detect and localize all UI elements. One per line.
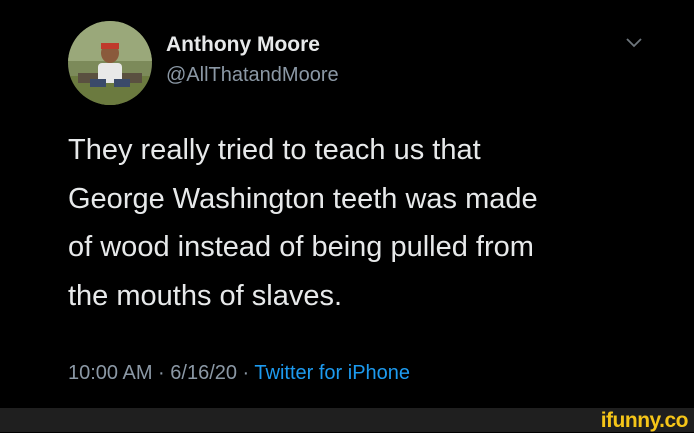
watermark-bar bbox=[0, 408, 694, 432]
tweet-text-line: the mouths of slaves. bbox=[68, 279, 343, 312]
avatar[interactable] bbox=[68, 21, 152, 105]
tweet-meta: 10:00 AM · 6/16/20 · Twitter for iPhone bbox=[68, 362, 410, 385]
chevron-down-icon[interactable] bbox=[624, 36, 644, 50]
tweet-text-line: of wood instead of being pulled from bbox=[68, 231, 534, 263]
author-name[interactable]: Anthony Moore bbox=[166, 33, 320, 57]
author-handle[interactable]: @AllThatandMoore bbox=[166, 64, 339, 87]
tweet-text: They really tried to teach us that Georg… bbox=[68, 126, 658, 320]
tweet-text-line: They really tried to teach us that bbox=[68, 134, 481, 166]
tweet-text-line: George Washington teeth was made bbox=[68, 182, 538, 215]
ifunny-watermark: ifunny.co bbox=[600, 409, 689, 432]
tweet-timestamp[interactable]: 10:00 AM · 6/16/20 · bbox=[68, 362, 254, 384]
avatar-photo bbox=[68, 21, 152, 105]
tweet-card: Anthony Moore @AllThatandMoore They real… bbox=[0, 0, 694, 408]
tweet-source-link[interactable]: Twitter for iPhone bbox=[254, 362, 410, 384]
